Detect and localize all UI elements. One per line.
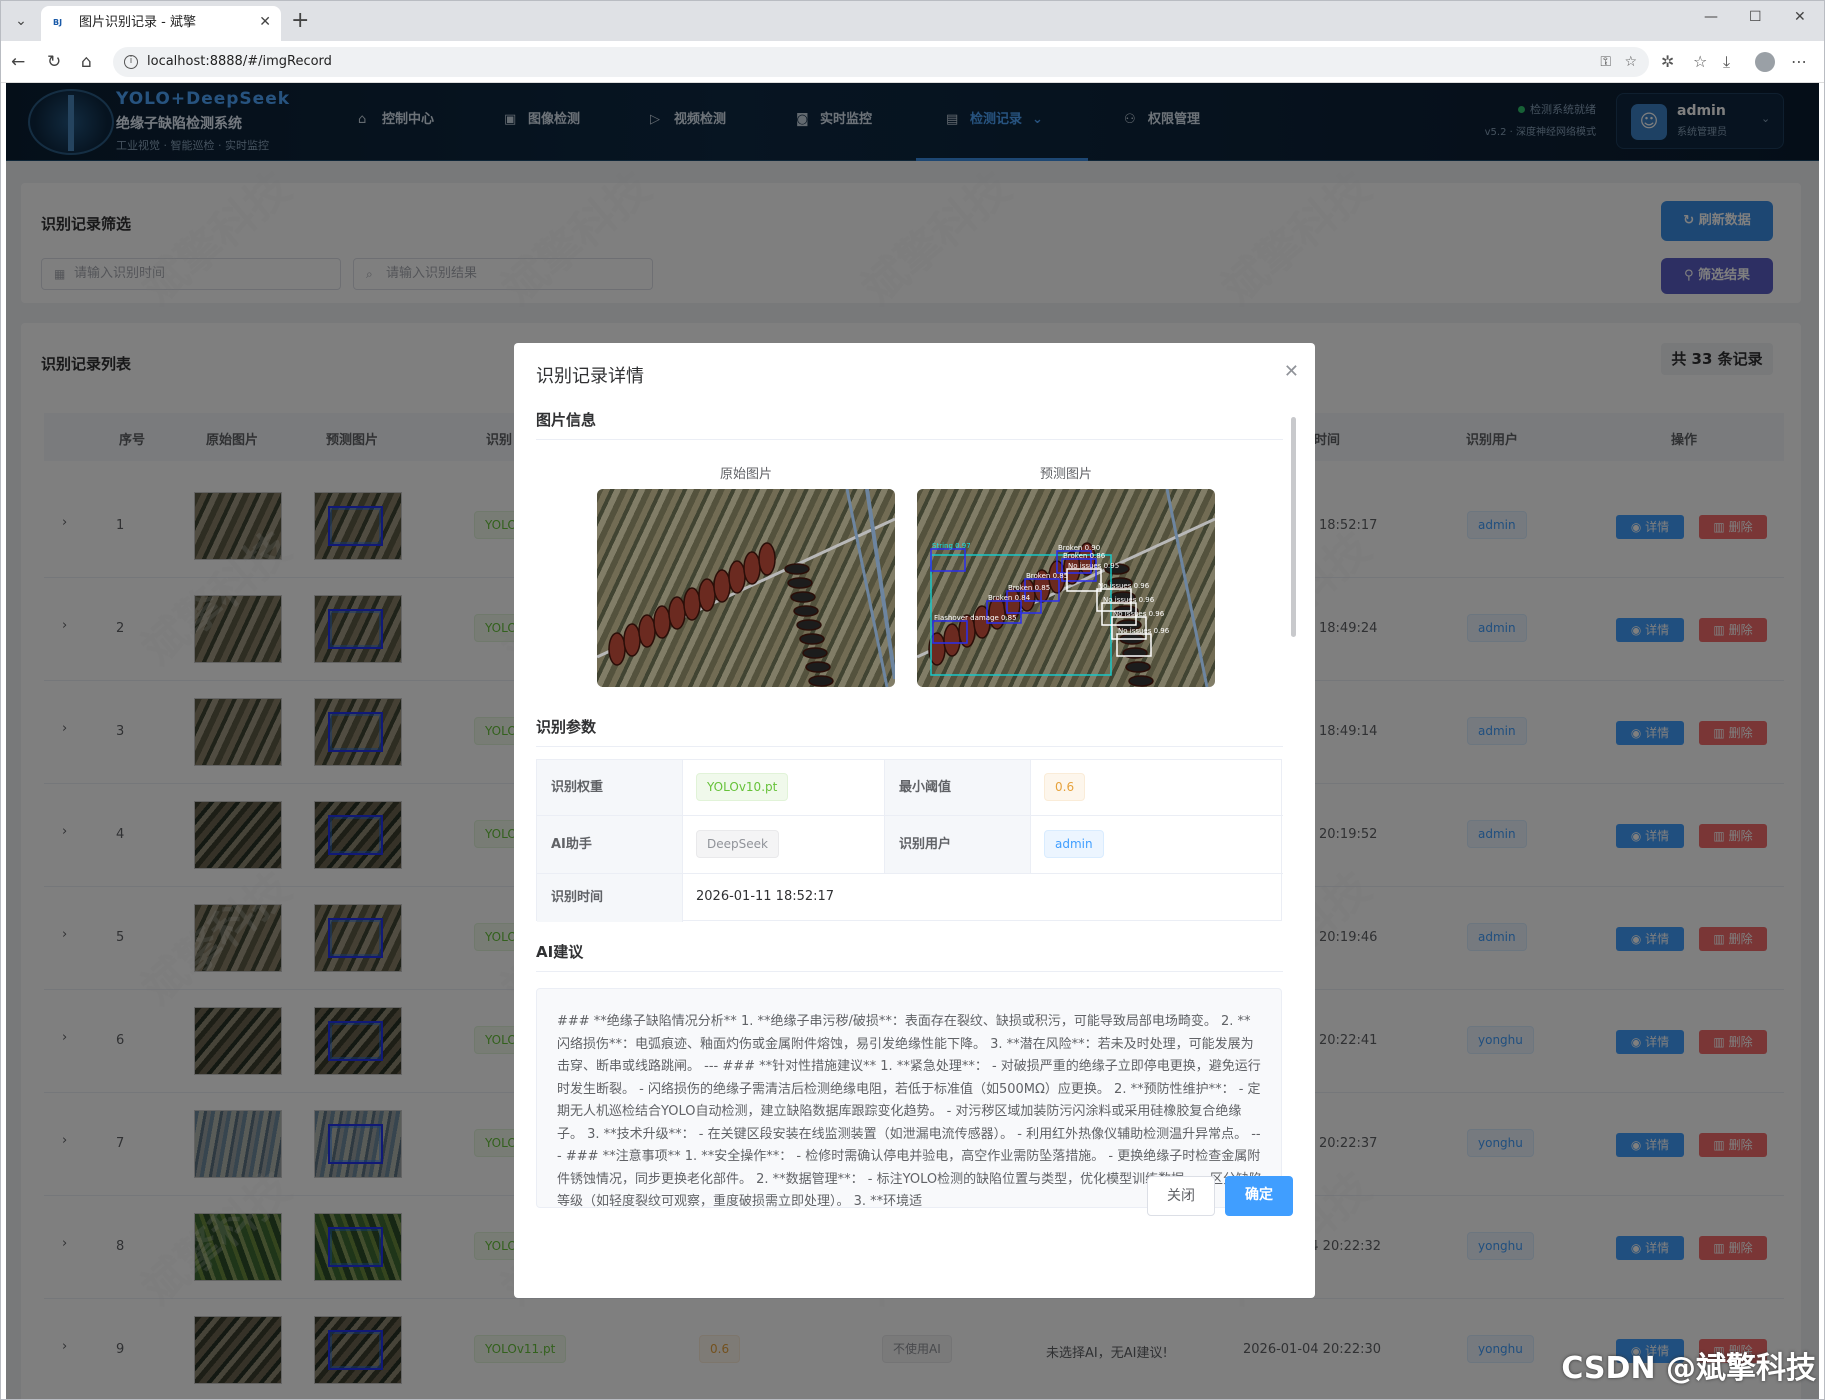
insulator-disc: [808, 675, 834, 687]
ai-label: AI助手: [537, 816, 683, 874]
close-tab-icon[interactable]: ✕: [259, 6, 271, 39]
insulator-disc: [728, 560, 746, 594]
insulator-disc: [638, 614, 656, 648]
download-icon[interactable]: ⤓: [1723, 51, 1730, 73]
detection-label: Broken 0.90: [1058, 544, 1100, 552]
insulator-disc: [793, 605, 819, 617]
conf-label: 最小阈值: [885, 760, 1031, 816]
url-text: localhost:8888/#/imgRecord: [147, 54, 332, 69]
insulator-disc: [1125, 661, 1151, 673]
profile-avatar-icon[interactable]: [1755, 52, 1775, 72]
extensions-icon[interactable]: ✲: [1661, 51, 1674, 73]
section-ai: AI建议: [536, 941, 1283, 972]
insulator-disc: [943, 623, 961, 657]
user-label: 识别用户: [885, 816, 1031, 874]
new-tab-icon[interactable]: +: [291, 8, 309, 34]
detection-label: Broken 0.85: [1008, 584, 1050, 592]
tab-bar: ⌄ BJ 图片识别记录 - 斌擎 ✕ + — ☐ ✕: [1, 1, 1824, 41]
insulator-disc: [623, 623, 641, 657]
address-bar-row: ← ↻ ⌂ i localhost:8888/#/imgRecord ⚿ ☆ ✲…: [1, 41, 1824, 83]
weight-label: 识别权重: [537, 760, 683, 816]
detection-label: Broken 0.85: [1026, 572, 1068, 580]
time-label: 识别时间: [537, 874, 683, 922]
detection-label: Broken 0.86: [1063, 552, 1106, 560]
user-tag: admin: [1044, 830, 1104, 858]
site-info-icon[interactable]: i: [124, 55, 138, 69]
close-icon[interactable]: ✕: [1284, 361, 1299, 382]
insulator-scene: [597, 489, 895, 687]
detection-label: String 0.97: [932, 542, 971, 550]
window-close-icon[interactable]: ✕: [1794, 9, 1806, 25]
original-caption: 原始图片: [719, 467, 772, 482]
more-menu-icon[interactable]: ⋯: [1791, 51, 1807, 73]
params-table: 识别权重 YOLOv10.pt 最小阈值 0.6 AI助手 DeepSeek 识…: [536, 759, 1283, 922]
weight-cell: YOLOv10.pt: [683, 760, 885, 816]
user-cell: admin: [1031, 816, 1283, 874]
insulator-disc: [787, 577, 813, 589]
browser-window: ⌄ BJ 图片识别记录 - 斌擎 ✕ + — ☐ ✕ ← ↻ ⌂ i local…: [0, 0, 1825, 1400]
bookmark-star-icon[interactable]: ☆: [1624, 47, 1637, 77]
insulator-disc: [799, 633, 825, 645]
insulator-disc: [802, 647, 828, 659]
detection-label: Flashover damage 0.85: [934, 614, 1017, 622]
detection-label: No issues 0.95: [1068, 562, 1119, 570]
ai-tag: DeepSeek: [696, 830, 779, 858]
insulator-disc: [1128, 675, 1154, 687]
dialog-scrollbar[interactable]: [1291, 417, 1296, 637]
tab-title: 图片识别记录 - 斌擎: [79, 15, 196, 30]
insulator-disc: [698, 578, 716, 612]
insulator-disc: [758, 542, 776, 576]
weight-tag: YOLOv10.pt: [696, 773, 789, 801]
predicted-caption: 预测图片: [1039, 467, 1092, 482]
browser-tab[interactable]: BJ 图片识别记录 - 斌擎 ✕: [41, 6, 281, 41]
csdn-watermark: CSDN @斌擎科技: [1561, 1351, 1816, 1386]
predicted-image: String 0.97 Broken 0.90 Broken 0.86 No issu…: [917, 489, 1215, 687]
dialog-title: 识别记录详情: [536, 366, 644, 387]
maximize-icon[interactable]: ☐: [1749, 9, 1762, 25]
ai-cell: DeepSeek: [683, 816, 885, 874]
tab-list-icon[interactable]: ⌄: [9, 10, 33, 32]
insulator-disc: [743, 551, 761, 585]
insulator-disc: [790, 591, 816, 603]
conf-cell: 0.6: [1031, 760, 1283, 816]
app-root: YOLO+DeepSeek 绝缘子缺陷检测系统 工业视觉 · 智能巡检 · 实时…: [6, 83, 1819, 1399]
insulator-disc: [805, 661, 831, 673]
favorites-icon[interactable]: ☆: [1693, 51, 1707, 73]
back-icon[interactable]: ←: [11, 51, 25, 73]
insulator-disc: [796, 619, 822, 631]
detection-label: No issues 0.96: [1113, 610, 1165, 618]
ai-advice-box[interactable]: ### **绝缘子缺陷情况分析** 1. **绝缘子串污秽/破损**：表面存在裂…: [536, 988, 1282, 1208]
minimize-icon[interactable]: —: [1704, 9, 1718, 25]
insulator-disc: [668, 596, 686, 630]
original-image: [597, 489, 895, 687]
insulator-disc: [683, 587, 701, 621]
confirm-button[interactable]: 确定: [1225, 1176, 1293, 1216]
conf-tag: 0.6: [1044, 773, 1086, 801]
insulator-disc: [784, 563, 810, 575]
insulator-disc: [608, 632, 626, 666]
home-icon[interactable]: ⌂: [81, 51, 92, 73]
address-input[interactable]: i localhost:8888/#/imgRecord ⚿ ☆: [113, 47, 1649, 77]
close-button[interactable]: 关闭: [1147, 1176, 1215, 1216]
detail-dialog: 识别记录详情 ✕ 图片信息 原始图片 预测图片 String 0.97 Broke…: [514, 343, 1315, 1298]
section-image-info: 图片信息: [536, 409, 1283, 440]
detection-label: No issues 0.96: [1098, 582, 1150, 590]
insulator-disc: [653, 605, 671, 639]
section-params: 识别参数: [536, 716, 1283, 747]
time-value: 2026-01-11 18:52:17: [696, 889, 835, 904]
predicted-scene: String 0.97 Broken 0.90Broken 0.86 No issu…: [917, 489, 1215, 687]
insulator-disc: [713, 569, 731, 603]
detection-label: No issues 0.96: [1118, 627, 1170, 635]
detection-label: No issues 0.96: [1103, 596, 1155, 604]
favicon-icon: BJ: [53, 18, 63, 27]
key-icon[interactable]: ⚿: [1600, 47, 1611, 77]
detection-label: Broken 0.84: [988, 594, 1031, 602]
reload-icon[interactable]: ↻: [47, 51, 61, 73]
